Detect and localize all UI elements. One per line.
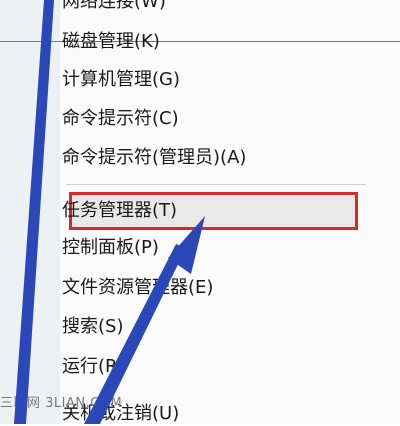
- arrows-overlay: [14, 0, 205, 424]
- left-arrow-stroke: [14, 0, 54, 424]
- task-manager-arrow-shaft: [84, 244, 186, 424]
